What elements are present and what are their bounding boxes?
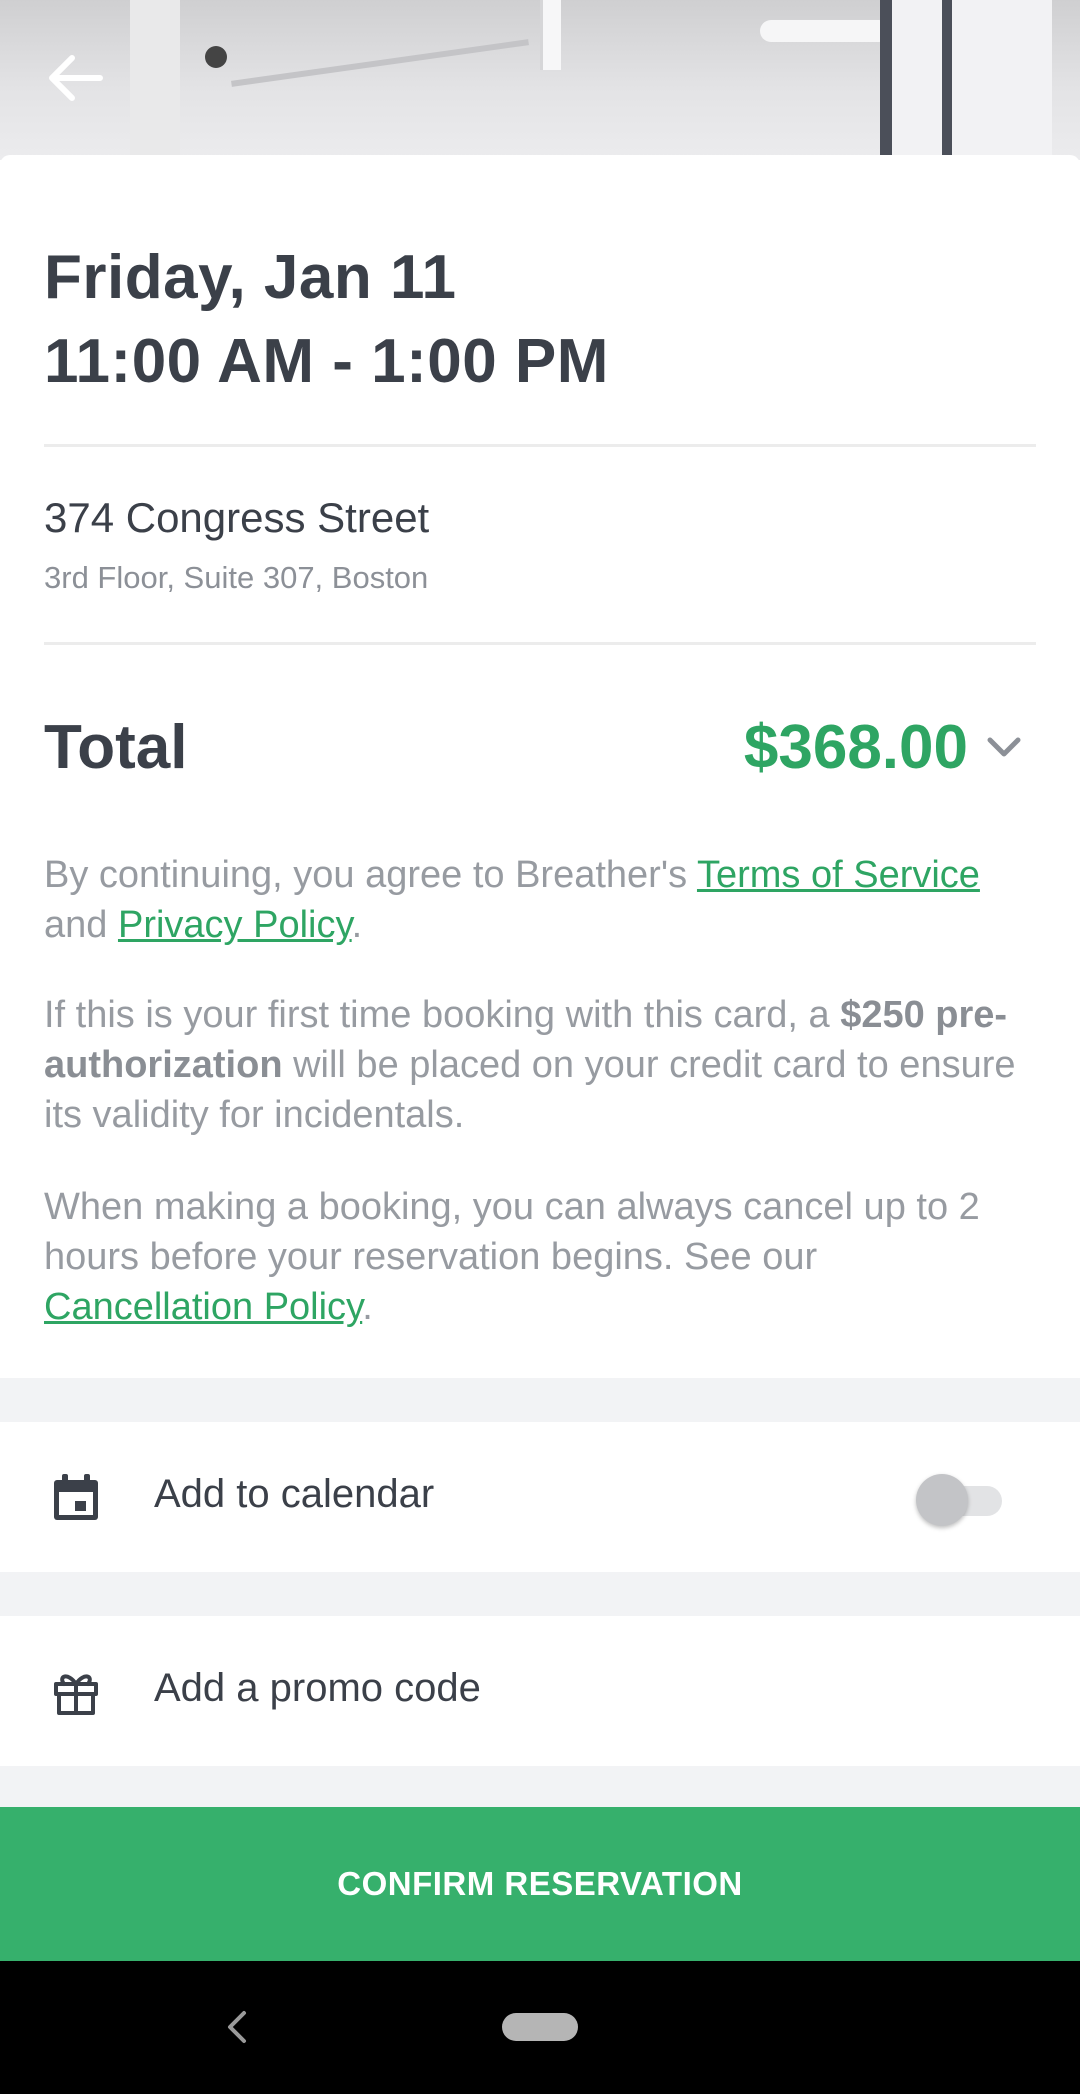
cancellation-text: When making a booking, you can always ca… bbox=[44, 1186, 980, 1278]
total-expand-button[interactable] bbox=[984, 732, 1024, 762]
section-separator bbox=[0, 1572, 1080, 1616]
chevron-down-icon bbox=[987, 737, 1021, 757]
address-line2: 3rd Floor, Suite 307, Boston bbox=[44, 560, 429, 595]
confirm-reservation-button[interactable]: CONFIRM RESERVATION bbox=[0, 1807, 1080, 1961]
terms-text: By continuing, you agree to Breather's bbox=[44, 854, 697, 896]
calendar-toggle[interactable] bbox=[916, 1474, 1006, 1526]
arrow-left-icon bbox=[49, 55, 103, 101]
nav-back-icon bbox=[228, 2011, 246, 2043]
system-back-button[interactable] bbox=[216, 2001, 256, 2051]
add-promo-code-row[interactable]: Add a promo code bbox=[0, 1616, 1080, 1766]
cancellation-period: . bbox=[362, 1286, 373, 1328]
preauth-paragraph: If this is your first time booking with … bbox=[44, 990, 1034, 1140]
terms-of-service-link[interactable]: Terms of Service bbox=[697, 854, 980, 896]
terms-paragraph: By continuing, you agree to Breather's T… bbox=[44, 850, 1034, 950]
divider bbox=[44, 642, 1036, 645]
photo-pipe bbox=[231, 39, 529, 87]
address-line1: 374 Congress Street bbox=[44, 494, 430, 541]
calendar-icon bbox=[54, 1474, 98, 1520]
cancellation-paragraph: When making a booking, you can always ca… bbox=[44, 1182, 1004, 1332]
preauth-text: If this is your first time booking with … bbox=[44, 994, 841, 1036]
total-label: Total bbox=[44, 713, 188, 782]
photo-camera bbox=[205, 46, 227, 68]
photo-window bbox=[880, 0, 1052, 160]
cancellation-policy-link[interactable]: Cancellation Policy bbox=[44, 1286, 362, 1328]
toggle-thumb bbox=[916, 1474, 968, 1526]
back-button[interactable] bbox=[44, 50, 108, 106]
section-separator bbox=[0, 1378, 1080, 1422]
system-home-button[interactable] bbox=[502, 2013, 578, 2041]
total-amount[interactable]: $368.00 bbox=[744, 712, 968, 783]
add-promo-code-label: Add a promo code bbox=[154, 1666, 481, 1710]
add-to-calendar-label: Add to calendar bbox=[154, 1472, 435, 1516]
booking-date: Friday, Jan 11 bbox=[44, 243, 457, 312]
photo-light-fixture bbox=[540, 0, 561, 70]
privacy-policy-link[interactable]: Privacy Policy bbox=[118, 904, 352, 946]
photo-column bbox=[130, 0, 180, 160]
booking-time-range: 11:00 AM - 1:00 PM bbox=[44, 327, 609, 396]
terms-and-text: and bbox=[44, 904, 118, 946]
gift-icon bbox=[54, 1674, 98, 1715]
terms-period: . bbox=[351, 904, 363, 946]
divider bbox=[44, 444, 1036, 447]
header-photo bbox=[0, 0, 1080, 160]
photo-duct bbox=[760, 20, 890, 42]
add-to-calendar-row[interactable]: Add to calendar bbox=[0, 1422, 1080, 1572]
section-separator bbox=[0, 1766, 1080, 1807]
